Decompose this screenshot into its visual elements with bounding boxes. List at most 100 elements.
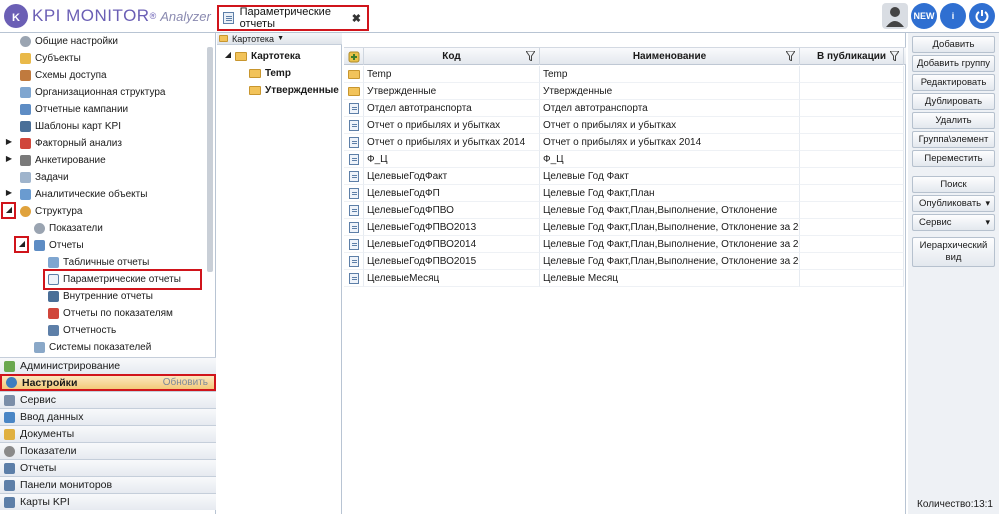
tree-item-structure[interactable]: Структура	[20, 203, 82, 220]
nav-documents[interactable]: Документы	[0, 425, 216, 442]
table-row[interactable]: ЦелевыеГодФП Целевые Год Факт,План	[344, 185, 906, 202]
tree-item-org-structure[interactable]: Организационная структура	[20, 84, 165, 101]
tree-item-analytics[interactable]: Аналитические объекты	[20, 186, 147, 203]
duplicate-button[interactable]: Дублировать	[912, 93, 995, 110]
table-row[interactable]: ЦелевыеГодФПВО2014 Целевые Год Факт,План,…	[344, 236, 906, 253]
tree-item-internal-reports[interactable]: Внутренние отчеты	[48, 288, 153, 305]
expand-arrow-icon[interactable]: ▶	[4, 137, 14, 147]
catalog-root[interactable]: Картотека	[235, 48, 300, 64]
tree-item-label: Отчетность	[63, 325, 117, 336]
refresh-link[interactable]: Обновить	[163, 377, 208, 388]
systems-icon	[34, 342, 45, 353]
nav-label: Настройки	[22, 376, 78, 389]
users-icon	[20, 70, 31, 81]
cell-published	[800, 236, 904, 253]
tree-item-reports[interactable]: Отчеты	[34, 237, 84, 254]
tree-item-parametric-reports[interactable]: Параметрические отчеты	[48, 271, 181, 288]
collapse-arrow-icon[interactable]: ◢	[17, 239, 27, 249]
tree-item-kpi-reports[interactable]: Отчеты по показателям	[48, 305, 173, 322]
catalog-item-label: Утвержденные	[265, 84, 339, 96]
cell-code: Утвержденные	[364, 83, 540, 100]
tree-item-kpi-templates[interactable]: Шаблоны карт KPI	[20, 118, 121, 135]
tree-item-campaigns[interactable]: Отчетные кампании	[20, 101, 128, 118]
nav-administration[interactable]: Администрирование	[0, 357, 216, 374]
tree-item-survey[interactable]: Анкетирование	[20, 152, 106, 169]
hierarchical-view-button[interactable]: Иерархический вид	[912, 237, 995, 267]
add-row-icon[interactable]	[344, 48, 364, 65]
scrollbar-thumb[interactable]	[207, 47, 213, 272]
nav-settings[interactable]: Настройки Обновить	[0, 374, 216, 391]
cell-published	[800, 151, 904, 168]
cell-code: Temp	[364, 66, 540, 83]
expand-arrow-icon[interactable]: ▶	[4, 154, 14, 164]
tree-item-label: Аналитические объекты	[35, 189, 148, 200]
nav-data-entry[interactable]: Ввод данных	[0, 408, 216, 425]
tree-scrollbar[interactable]	[206, 37, 214, 351]
add-group-button[interactable]: Добавить группу	[912, 55, 995, 72]
delete-button[interactable]: Удалить	[912, 112, 995, 129]
logo-subtitle: Analyzer	[160, 8, 211, 24]
service-dropdown[interactable]: Сервис	[912, 214, 995, 231]
button-label-line2: вид	[945, 252, 962, 263]
filter-icon[interactable]	[786, 51, 795, 61]
power-icon[interactable]	[969, 3, 995, 29]
tree-item-indicators[interactable]: Показатели	[34, 220, 103, 237]
catalog-item-temp[interactable]: Temp	[249, 65, 291, 81]
table-row[interactable]: Отчет о прибылях и убытках Отчет о прибыл…	[344, 117, 906, 134]
close-icon[interactable]: ✖	[352, 12, 361, 25]
nav-service[interactable]: Сервис	[0, 391, 216, 408]
edit-button[interactable]: Редактировать	[912, 74, 995, 91]
add-button[interactable]: Добавить	[912, 36, 995, 53]
tree-item-tasks[interactable]: Задачи	[20, 169, 69, 186]
cell-code: Отдел автотранспорта	[364, 100, 540, 117]
publish-dropdown[interactable]: Опубликовать	[912, 195, 995, 212]
structure-icon	[20, 206, 31, 217]
table-row[interactable]: Temp Temp	[344, 66, 906, 83]
cell-name: Утвержденные	[540, 83, 800, 100]
user-icon[interactable]	[882, 3, 908, 29]
nav-label: Карты KPI	[20, 496, 70, 508]
collapse-arrow-icon[interactable]: ◢	[4, 205, 14, 215]
table-row[interactable]: ЦелевыеМесяц Целевые Месяц	[344, 270, 906, 287]
info-icon[interactable]: i	[940, 3, 966, 29]
table-row[interactable]: ЦелевыеГодФПВО2013 Целевые Год Факт,План,…	[344, 219, 906, 236]
collapse-arrow-icon[interactable]: ◢	[223, 50, 233, 60]
table-row[interactable]: Отчет о прибылях и убытках 2014 Отчет о п…	[344, 134, 906, 151]
table-row[interactable]: ЦелевыеГодФПВО2015 Целевые Год Факт,План,…	[344, 253, 906, 270]
nav-label: Администрирование	[20, 360, 121, 372]
column-header-name[interactable]: Наименование	[540, 48, 800, 65]
table-row[interactable]: Отдел автотранспорта Отдел автотранспорта	[344, 100, 906, 117]
table-row[interactable]: ЦелевыеГодФакт Целевые Год Факт	[344, 168, 906, 185]
chevron-down-icon[interactable]: ▼	[277, 35, 284, 42]
tree-item-indicator-systems[interactable]: Системы показателей	[34, 339, 151, 356]
tab-parametric-reports[interactable]: Параметрические отчеты ✖	[217, 5, 369, 31]
tree-item-reporting[interactable]: Отчетность	[48, 322, 116, 339]
tree-item-access-schemes[interactable]: Схемы доступа	[20, 67, 107, 84]
group-element-button[interactable]: Группа\элемент	[912, 131, 995, 148]
expand-arrow-icon[interactable]: ▶	[4, 188, 14, 198]
filter-icon[interactable]	[890, 51, 899, 61]
report-icon	[348, 102, 359, 114]
cell-code: ЦелевыеГодФПВО2014	[364, 236, 540, 253]
catalog-item-approved[interactable]: Утвержденные	[249, 82, 339, 98]
nav-monitor-panels[interactable]: Панели мониторов	[0, 476, 216, 493]
tree-item-label: Табличные отчеты	[63, 257, 150, 268]
column-header-code[interactable]: Код	[364, 48, 540, 65]
table-row[interactable]: ЦелевыеГодФПВО Целевые Год Факт,План,Выпо…	[344, 202, 906, 219]
filter-icon[interactable]	[526, 51, 535, 61]
table-row[interactable]: Утвержденные Утвержденные	[344, 83, 906, 100]
tree-item-general-settings[interactable]: Общие настройки	[20, 33, 118, 50]
folder-icon	[347, 86, 360, 96]
nav-indicators[interactable]: Показатели	[0, 442, 216, 459]
catalog-dropdown-label[interactable]: Картотека	[232, 34, 274, 44]
move-button[interactable]: Переместить	[912, 150, 995, 167]
tree-item-factor-analysis[interactable]: Факторный анализ	[20, 135, 122, 152]
row-icon-cell	[344, 66, 364, 83]
search-button[interactable]: Поиск	[912, 176, 995, 193]
table-row[interactable]: Ф_Ц Ф_Ц	[344, 151, 906, 168]
nav-reports[interactable]: Отчеты	[0, 459, 216, 476]
news-icon[interactable]: NEW	[911, 3, 937, 29]
column-header-published[interactable]: В публикации	[800, 48, 904, 65]
tree-item-subjects[interactable]: Субъекты	[20, 50, 81, 67]
nav-kpi-cards[interactable]: Карты KPI	[0, 493, 216, 510]
